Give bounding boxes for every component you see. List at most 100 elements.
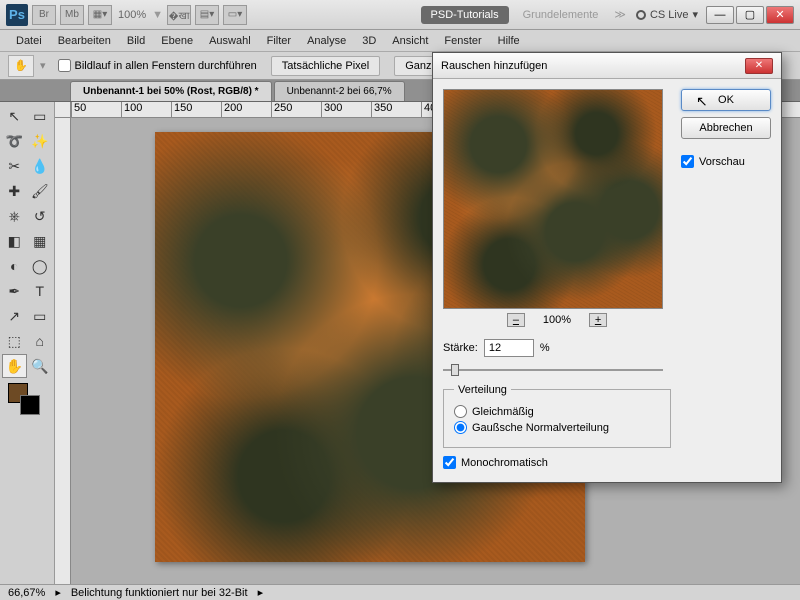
menu-fenster[interactable]: Fenster: [436, 32, 489, 50]
slider-thumb[interactable]: [451, 364, 459, 376]
chevron-down-icon[interactable]: ▾: [40, 59, 46, 72]
maximize-button[interactable]: ▢: [736, 6, 764, 24]
menu-ebene[interactable]: Ebene: [153, 32, 201, 50]
preview-checkbox[interactable]: Vorschau: [681, 155, 771, 168]
type-tool[interactable]: T: [28, 279, 53, 303]
menu-analyse[interactable]: Analyse: [299, 32, 354, 50]
strength-slider[interactable]: [443, 361, 663, 379]
minimize-button[interactable]: —: [706, 6, 734, 24]
hand-tool-icon[interactable]: ✋: [8, 55, 34, 77]
screenmode-icon[interactable]: ▭▾: [223, 5, 247, 25]
status-message: Belichtung funktioniert nur bei 32-Bit: [71, 587, 248, 599]
zoom-in-button[interactable]: +: [589, 313, 607, 327]
menu-filter[interactable]: Filter: [259, 32, 299, 50]
gaussian-radio[interactable]: Gaußsche Normalverteilung: [454, 421, 660, 434]
menu-datei[interactable]: Datei: [8, 32, 50, 50]
status-zoom[interactable]: 66,67%: [8, 587, 45, 599]
color-swatches[interactable]: [2, 379, 52, 415]
arrange-icon[interactable]: ▤▾: [195, 5, 219, 25]
preview-label: Vorschau: [699, 156, 745, 168]
lasso-tool[interactable]: ➰: [2, 129, 27, 153]
eraser-tool[interactable]: ◧: [2, 229, 27, 253]
document-tab[interactable]: Unbenannt-2 bei 66,7%: [274, 81, 405, 101]
hand-tool[interactable]: ✋: [2, 354, 27, 378]
cs-live-label: CS Live: [650, 9, 689, 21]
move-tool[interactable]: ↖: [2, 104, 27, 128]
menu-hilfe[interactable]: Hilfe: [490, 32, 528, 50]
status-chevron-icon[interactable]: ▸: [55, 586, 61, 599]
blur-tool[interactable]: ◐: [2, 254, 27, 278]
background-color[interactable]: [20, 395, 40, 415]
scroll-all-input[interactable]: [58, 59, 71, 72]
history-brush-tool[interactable]: ↺: [28, 204, 53, 228]
path-tool[interactable]: ↗: [2, 304, 27, 328]
tool-preset-icon[interactable]: �खा: [167, 5, 191, 25]
close-button[interactable]: ✕: [766, 6, 794, 24]
strength-input[interactable]: [484, 339, 534, 357]
dialog-title: Rauschen hinzufügen: [441, 60, 547, 72]
ruler-origin[interactable]: [55, 102, 71, 118]
toolbox: ↖ ▭ ➰ ✨ ✂ 💧 ✚ 🖌 ⎈ ↺ ◧ ▦ ◐ ◯ ✒ T ↗ ▭ ⬚ ⌂ …: [0, 102, 55, 584]
menu-bar: Datei Bearbeiten Bild Ebene Auswahl Filt…: [0, 30, 800, 52]
noise-preview[interactable]: [443, 89, 663, 309]
eyedropper-tool[interactable]: 💧: [28, 154, 53, 178]
ruler-vertical[interactable]: [55, 118, 71, 584]
actual-pixels-button[interactable]: Tatsächliche Pixel: [271, 56, 380, 76]
zoom-out-button[interactable]: –: [507, 313, 525, 327]
scroll-all-label: Bildlauf in allen Fenstern durchführen: [75, 60, 257, 72]
workspace-tab-active[interactable]: PSD-Tutorials: [421, 6, 509, 24]
preview-zoom: 100%: [543, 314, 571, 326]
status-bar: 66,67% ▸ Belichtung funktioniert nur bei…: [0, 584, 800, 600]
menu-auswahl[interactable]: Auswahl: [201, 32, 259, 50]
cs-live-icon: [636, 10, 646, 20]
zoom-tool[interactable]: 🔍: [28, 354, 53, 378]
gaussian-label: Gaußsche Normalverteilung: [472, 422, 609, 434]
monochromatic-input[interactable]: [443, 456, 456, 469]
camera-tool[interactable]: ⌂: [28, 329, 53, 353]
chevron-down-icon: ▾: [692, 8, 698, 21]
dialog-titlebar[interactable]: Rauschen hinzufügen ✕: [433, 53, 781, 79]
uniform-radio-input[interactable]: [454, 405, 467, 418]
strength-unit: %: [540, 342, 550, 354]
brush-tool[interactable]: 🖌: [28, 179, 53, 203]
ok-button[interactable]: OK ↖: [681, 89, 771, 111]
layout-icon[interactable]: ▦▾: [88, 5, 112, 25]
stamp-tool[interactable]: ⎈: [2, 204, 27, 228]
healing-tool[interactable]: ✚: [2, 179, 27, 203]
menu-ansicht[interactable]: Ansicht: [384, 32, 436, 50]
scroll-all-checkbox[interactable]: Bildlauf in allen Fenstern durchführen: [58, 59, 257, 72]
chevron-down-icon: ▼: [152, 9, 163, 21]
dodge-tool[interactable]: ◯: [28, 254, 53, 278]
preview-input[interactable]: [681, 155, 694, 168]
gradient-tool[interactable]: ▦: [28, 229, 53, 253]
3d-tool[interactable]: ⬚: [2, 329, 27, 353]
cursor-icon: ↖: [696, 93, 708, 110]
monochromatic-label: Monochromatisch: [461, 457, 548, 469]
minibridge-icon[interactable]: Mb: [60, 5, 84, 25]
menu-bild[interactable]: Bild: [119, 32, 153, 50]
shape-tool[interactable]: ▭: [28, 304, 53, 328]
add-noise-dialog: Rauschen hinzufügen ✕ – 100% + Stärke: %…: [432, 52, 782, 483]
chevron-right-icon[interactable]: ≫: [614, 8, 626, 21]
distribution-legend: Verteilung: [454, 384, 511, 396]
pen-tool[interactable]: ✒: [2, 279, 27, 303]
dialog-close-button[interactable]: ✕: [745, 58, 773, 74]
gaussian-radio-input[interactable]: [454, 421, 467, 434]
document-tab[interactable]: Unbenannt-1 bei 50% (Rost, RGB/8) *: [70, 81, 272, 101]
status-chevron-icon[interactable]: ▸: [258, 586, 264, 599]
crop-tool[interactable]: ✂: [2, 154, 27, 178]
cs-live-button[interactable]: CS Live ▾: [636, 8, 698, 21]
marquee-tool[interactable]: ▭: [28, 104, 53, 128]
zoom-percentage[interactable]: 100%: [118, 9, 146, 21]
wand-tool[interactable]: ✨: [28, 129, 53, 153]
menu-bearbeiten[interactable]: Bearbeiten: [50, 32, 119, 50]
menu-3d[interactable]: 3D: [354, 32, 384, 50]
monochromatic-checkbox[interactable]: Monochromatisch: [443, 456, 671, 469]
app-titlebar: Ps Br Mb ▦▾ 100% ▼ �खा ▤▾ ▭▾ PSD-Tutoria…: [0, 0, 800, 30]
uniform-label: Gleichmäßig: [472, 406, 534, 418]
uniform-radio[interactable]: Gleichmäßig: [454, 405, 660, 418]
ok-label: OK: [718, 94, 734, 106]
cancel-button[interactable]: Abbrechen: [681, 117, 771, 139]
workspace-tab-inactive[interactable]: Grundelemente: [513, 6, 609, 24]
bridge-icon[interactable]: Br: [32, 5, 56, 25]
